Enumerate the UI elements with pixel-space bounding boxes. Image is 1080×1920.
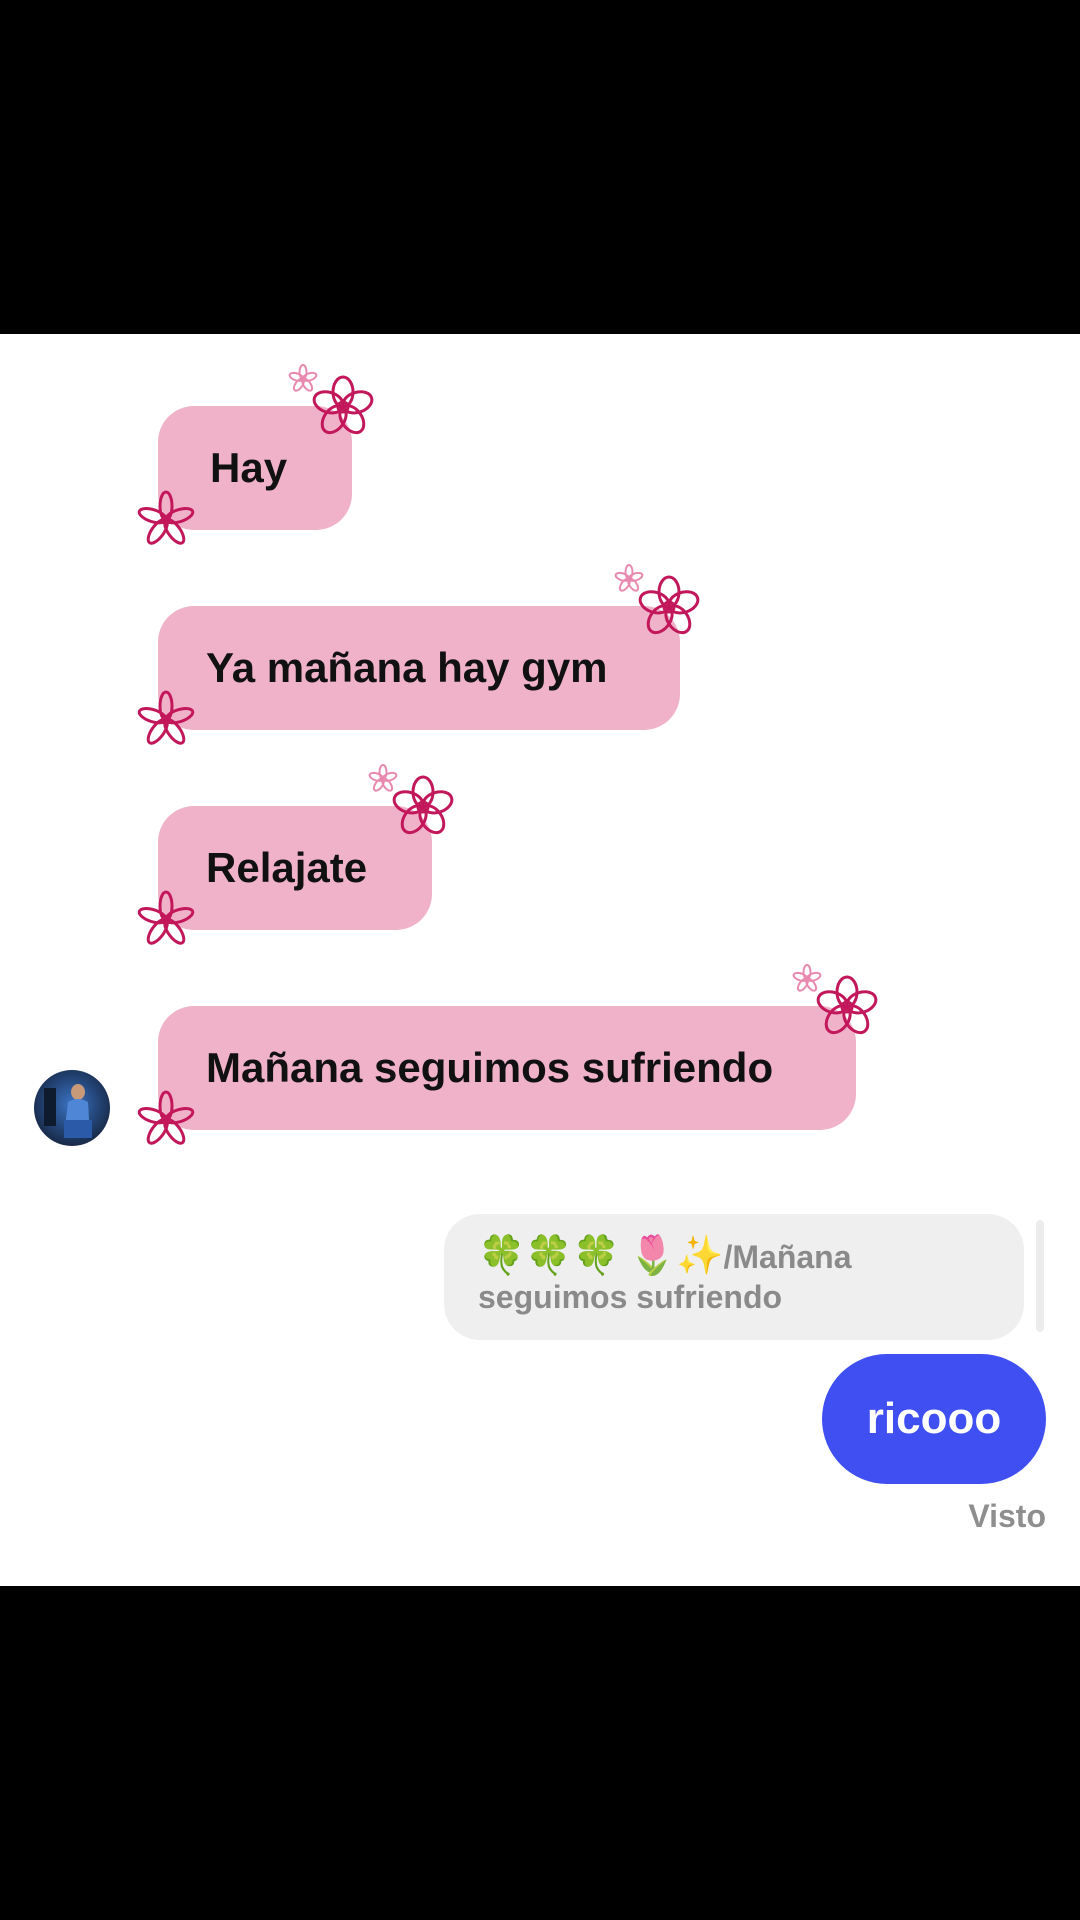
sent-message-bubble[interactable]: ricooo [822,1354,1046,1484]
user-avatar[interactable] [34,1070,110,1146]
flower-icon [288,364,318,392]
flower-icon [392,775,454,835]
received-message-bubble[interactable]: Ya mañana hay gym [158,606,680,730]
seen-status: Visto [968,1498,1046,1534]
flower-icon [638,575,700,635]
message-text: Ya mañana hay gym [206,644,608,691]
flower-icon [137,1090,195,1145]
flower-icon [792,964,822,992]
flower-icon [312,375,374,435]
reply-indicator-bar [1036,1220,1044,1332]
flower-icon [368,764,398,792]
tulip-sparkles-decoration: 🌷✨ [628,1235,724,1277]
flower-icon [816,975,878,1035]
flower-icon [137,690,195,745]
chat-thread: Hay Ya mañana hay gym Relajate Mañana se… [0,334,1080,1586]
flower-icon [614,564,644,592]
flower-icon [137,890,195,945]
received-message-bubble[interactable]: Mañana seguimos sufriendo [158,1006,856,1130]
flower-icon [137,490,195,545]
clover-decoration: 🍀🍀🍀 [478,1235,620,1277]
reply-preview-bubble[interactable]: 🍀🍀🍀 🌷✨/Mañana seguimos sufriendo [444,1214,1024,1340]
avatar-image [44,1084,92,1138]
message-text: ricooo [866,1394,1002,1443]
message-text: Mañana seguimos sufriendo [206,1044,774,1091]
